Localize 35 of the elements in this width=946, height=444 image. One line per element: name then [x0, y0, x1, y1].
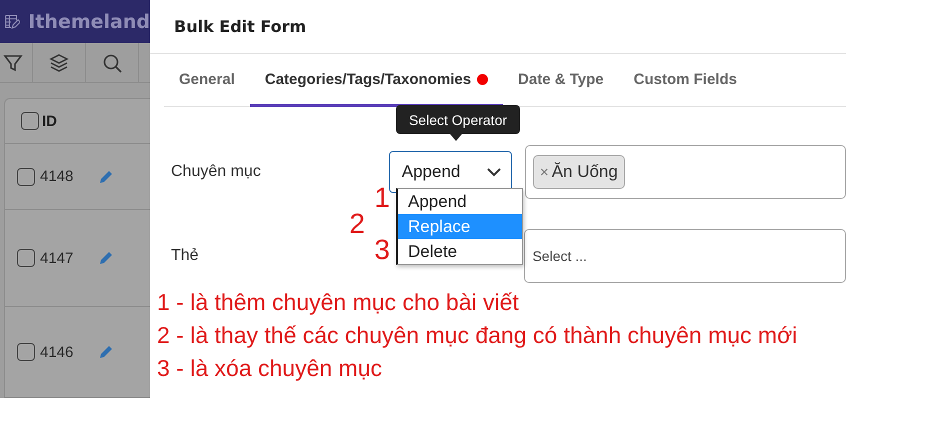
tab[interactable]: Date & Type [503, 54, 619, 107]
annotation-number: 2 [349, 211, 365, 237]
tooltip: Select Operator [396, 105, 520, 134]
annotation-note: 1 - là thêm chuyên mục cho bài viết [157, 288, 520, 317]
multi-select-field[interactable]: Select ... [524, 229, 846, 283]
pencil-icon[interactable] [98, 250, 114, 266]
table-cell-text: 4146 [40, 344, 74, 360]
column-header: ID [42, 112, 57, 130]
placeholder-text: Select ... [532, 248, 587, 264]
pencil-icon[interactable] [98, 168, 114, 184]
multi-select-field[interactable]: × Ăn Uống [524, 145, 846, 199]
annotation-number: 1 [374, 185, 390, 211]
checkbox[interactable] [17, 168, 35, 186]
field-label: Chuyên mục [171, 163, 261, 180]
app-title: Ithemeland [28, 10, 150, 33]
table-cell-text: 4147 [40, 250, 74, 266]
chevron-down-icon [486, 168, 501, 176]
field-label: Thẻ [171, 247, 199, 264]
annotation-number: 3 [374, 237, 390, 263]
annotation-note: 3 - là xóa chuyên mục [157, 354, 384, 383]
annotation-note: 2 - là thay thế các chuyên mục đang có thành chuyên mục mới [157, 321, 798, 350]
search-icon[interactable] [101, 52, 123, 74]
checkbox[interactable] [21, 112, 39, 130]
tab[interactable]: Custom Fields [618, 54, 752, 107]
pencil-icon[interactable] [98, 344, 114, 360]
tag-label: Ăn Uống [552, 162, 618, 182]
tooltip-arrow [450, 134, 462, 141]
dropdown-option[interactable]: Delete [398, 239, 522, 264]
checkbox[interactable] [17, 249, 35, 267]
table-cell-text: 4148 [40, 168, 74, 185]
modal-title: Bulk Edit Form [174, 17, 306, 36]
tab[interactable]: General [164, 54, 250, 107]
layers-icon[interactable] [48, 52, 70, 74]
remove-tag-button[interactable]: × [540, 164, 549, 180]
checkbox[interactable] [17, 343, 35, 361]
